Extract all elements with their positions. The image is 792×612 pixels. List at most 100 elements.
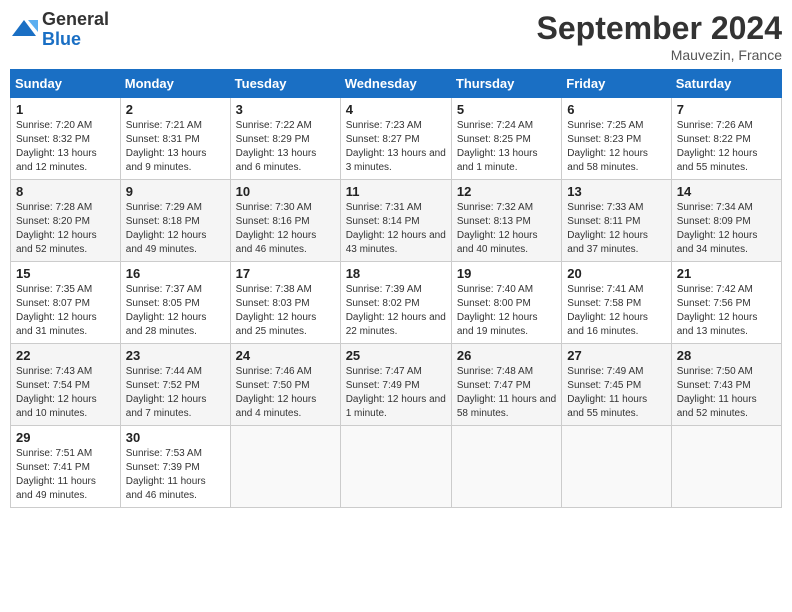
- day-info: Sunrise: 7:29 AMSunset: 8:18 PMDaylight:…: [126, 201, 225, 257]
- calendar-week-row: 1 Sunrise: 7:20 AMSunset: 8:32 PMDayligh…: [11, 98, 782, 180]
- day-number: 21: [677, 266, 776, 281]
- day-number: 27: [567, 348, 665, 363]
- day-number: 12: [457, 184, 556, 199]
- title-block: September 2024 Mauvezin, France: [537, 10, 782, 63]
- calendar-cell: 23 Sunrise: 7:44 AMSunset: 7:52 PMDaylig…: [120, 344, 230, 426]
- day-number: 18: [346, 266, 446, 281]
- calendar-cell: [562, 426, 671, 508]
- calendar-cell: 14 Sunrise: 7:34 AMSunset: 8:09 PMDaylig…: [671, 180, 781, 262]
- day-info: Sunrise: 7:28 AMSunset: 8:20 PMDaylight:…: [16, 201, 115, 257]
- day-number: 26: [457, 348, 556, 363]
- day-number: 4: [346, 102, 446, 117]
- calendar-cell: 7 Sunrise: 7:26 AMSunset: 8:22 PMDayligh…: [671, 98, 781, 180]
- logo-icon: [10, 16, 38, 44]
- calendar-cell: [230, 426, 340, 508]
- calendar-cell: 30 Sunrise: 7:53 AMSunset: 7:39 PMDaylig…: [120, 426, 230, 508]
- calendar-cell: 15 Sunrise: 7:35 AMSunset: 8:07 PMDaylig…: [11, 262, 121, 344]
- calendar-table: SundayMondayTuesdayWednesdayThursdayFrid…: [10, 69, 782, 508]
- calendar-cell: 18 Sunrise: 7:39 AMSunset: 8:02 PMDaylig…: [340, 262, 451, 344]
- day-info: Sunrise: 7:24 AMSunset: 8:25 PMDaylight:…: [457, 119, 556, 175]
- day-number: 2: [126, 102, 225, 117]
- day-info: Sunrise: 7:48 AMSunset: 7:47 PMDaylight:…: [457, 365, 556, 421]
- calendar-week-row: 22 Sunrise: 7:43 AMSunset: 7:54 PMDaylig…: [11, 344, 782, 426]
- day-info: Sunrise: 7:21 AMSunset: 8:31 PMDaylight:…: [126, 119, 225, 175]
- calendar-cell: 6 Sunrise: 7:25 AMSunset: 8:23 PMDayligh…: [562, 98, 671, 180]
- location: Mauvezin, France: [537, 47, 782, 63]
- day-info: Sunrise: 7:30 AMSunset: 8:16 PMDaylight:…: [236, 201, 335, 257]
- calendar-cell: 16 Sunrise: 7:37 AMSunset: 8:05 PMDaylig…: [120, 262, 230, 344]
- calendar-week-row: 8 Sunrise: 7:28 AMSunset: 8:20 PMDayligh…: [11, 180, 782, 262]
- day-info: Sunrise: 7:22 AMSunset: 8:29 PMDaylight:…: [236, 119, 335, 175]
- day-number: 14: [677, 184, 776, 199]
- calendar-cell: 8 Sunrise: 7:28 AMSunset: 8:20 PMDayligh…: [11, 180, 121, 262]
- day-info: Sunrise: 7:44 AMSunset: 7:52 PMDaylight:…: [126, 365, 225, 421]
- day-number: 5: [457, 102, 556, 117]
- weekday-header: Sunday: [11, 70, 121, 98]
- logo-general: General: [42, 10, 109, 30]
- day-number: 29: [16, 430, 115, 445]
- day-info: Sunrise: 7:37 AMSunset: 8:05 PMDaylight:…: [126, 283, 225, 339]
- page-header: General Blue September 2024 Mauvezin, Fr…: [10, 10, 782, 63]
- calendar-cell: 3 Sunrise: 7:22 AMSunset: 8:29 PMDayligh…: [230, 98, 340, 180]
- day-info: Sunrise: 7:42 AMSunset: 7:56 PMDaylight:…: [677, 283, 776, 339]
- day-info: Sunrise: 7:34 AMSunset: 8:09 PMDaylight:…: [677, 201, 776, 257]
- day-number: 7: [677, 102, 776, 117]
- day-info: Sunrise: 7:32 AMSunset: 8:13 PMDaylight:…: [457, 201, 556, 257]
- day-info: Sunrise: 7:53 AMSunset: 7:39 PMDaylight:…: [126, 447, 225, 503]
- day-info: Sunrise: 7:25 AMSunset: 8:23 PMDaylight:…: [567, 119, 665, 175]
- day-number: 8: [16, 184, 115, 199]
- weekday-header: Tuesday: [230, 70, 340, 98]
- calendar-cell: 13 Sunrise: 7:33 AMSunset: 8:11 PMDaylig…: [562, 180, 671, 262]
- day-number: 25: [346, 348, 446, 363]
- calendar-week-row: 15 Sunrise: 7:35 AMSunset: 8:07 PMDaylig…: [11, 262, 782, 344]
- day-number: 15: [16, 266, 115, 281]
- calendar-cell: 24 Sunrise: 7:46 AMSunset: 7:50 PMDaylig…: [230, 344, 340, 426]
- weekday-header: Wednesday: [340, 70, 451, 98]
- day-number: 20: [567, 266, 665, 281]
- day-number: 30: [126, 430, 225, 445]
- day-info: Sunrise: 7:35 AMSunset: 8:07 PMDaylight:…: [16, 283, 115, 339]
- weekday-header: Thursday: [451, 70, 561, 98]
- calendar-cell: 27 Sunrise: 7:49 AMSunset: 7:45 PMDaylig…: [562, 344, 671, 426]
- day-number: 9: [126, 184, 225, 199]
- day-info: Sunrise: 7:39 AMSunset: 8:02 PMDaylight:…: [346, 283, 446, 339]
- calendar-cell: 28 Sunrise: 7:50 AMSunset: 7:43 PMDaylig…: [671, 344, 781, 426]
- day-info: Sunrise: 7:33 AMSunset: 8:11 PMDaylight:…: [567, 201, 665, 257]
- calendar-cell: 4 Sunrise: 7:23 AMSunset: 8:27 PMDayligh…: [340, 98, 451, 180]
- weekday-header-row: SundayMondayTuesdayWednesdayThursdayFrid…: [11, 70, 782, 98]
- calendar-cell: 1 Sunrise: 7:20 AMSunset: 8:32 PMDayligh…: [11, 98, 121, 180]
- day-number: 23: [126, 348, 225, 363]
- day-number: 13: [567, 184, 665, 199]
- weekday-header: Saturday: [671, 70, 781, 98]
- logo-text: General Blue: [42, 10, 109, 50]
- calendar-cell: [340, 426, 451, 508]
- day-info: Sunrise: 7:50 AMSunset: 7:43 PMDaylight:…: [677, 365, 776, 421]
- calendar-week-row: 29 Sunrise: 7:51 AMSunset: 7:41 PMDaylig…: [11, 426, 782, 508]
- day-number: 16: [126, 266, 225, 281]
- calendar-cell: 22 Sunrise: 7:43 AMSunset: 7:54 PMDaylig…: [11, 344, 121, 426]
- calendar-cell: 17 Sunrise: 7:38 AMSunset: 8:03 PMDaylig…: [230, 262, 340, 344]
- day-info: Sunrise: 7:46 AMSunset: 7:50 PMDaylight:…: [236, 365, 335, 421]
- calendar-cell: [451, 426, 561, 508]
- day-info: Sunrise: 7:51 AMSunset: 7:41 PMDaylight:…: [16, 447, 115, 503]
- day-info: Sunrise: 7:26 AMSunset: 8:22 PMDaylight:…: [677, 119, 776, 175]
- day-info: Sunrise: 7:23 AMSunset: 8:27 PMDaylight:…: [346, 119, 446, 175]
- calendar-cell: 19 Sunrise: 7:40 AMSunset: 8:00 PMDaylig…: [451, 262, 561, 344]
- day-info: Sunrise: 7:47 AMSunset: 7:49 PMDaylight:…: [346, 365, 446, 421]
- calendar-cell: 9 Sunrise: 7:29 AMSunset: 8:18 PMDayligh…: [120, 180, 230, 262]
- day-info: Sunrise: 7:40 AMSunset: 8:00 PMDaylight:…: [457, 283, 556, 339]
- calendar-cell: 26 Sunrise: 7:48 AMSunset: 7:47 PMDaylig…: [451, 344, 561, 426]
- weekday-header: Monday: [120, 70, 230, 98]
- day-number: 10: [236, 184, 335, 199]
- calendar-cell: 21 Sunrise: 7:42 AMSunset: 7:56 PMDaylig…: [671, 262, 781, 344]
- calendar-cell: 25 Sunrise: 7:47 AMSunset: 7:49 PMDaylig…: [340, 344, 451, 426]
- calendar-cell: 11 Sunrise: 7:31 AMSunset: 8:14 PMDaylig…: [340, 180, 451, 262]
- day-info: Sunrise: 7:31 AMSunset: 8:14 PMDaylight:…: [346, 201, 446, 257]
- calendar-cell: 29 Sunrise: 7:51 AMSunset: 7:41 PMDaylig…: [11, 426, 121, 508]
- day-number: 19: [457, 266, 556, 281]
- month-title: September 2024: [537, 10, 782, 47]
- day-number: 1: [16, 102, 115, 117]
- calendar-cell: 10 Sunrise: 7:30 AMSunset: 8:16 PMDaylig…: [230, 180, 340, 262]
- day-info: Sunrise: 7:43 AMSunset: 7:54 PMDaylight:…: [16, 365, 115, 421]
- calendar-cell: 2 Sunrise: 7:21 AMSunset: 8:31 PMDayligh…: [120, 98, 230, 180]
